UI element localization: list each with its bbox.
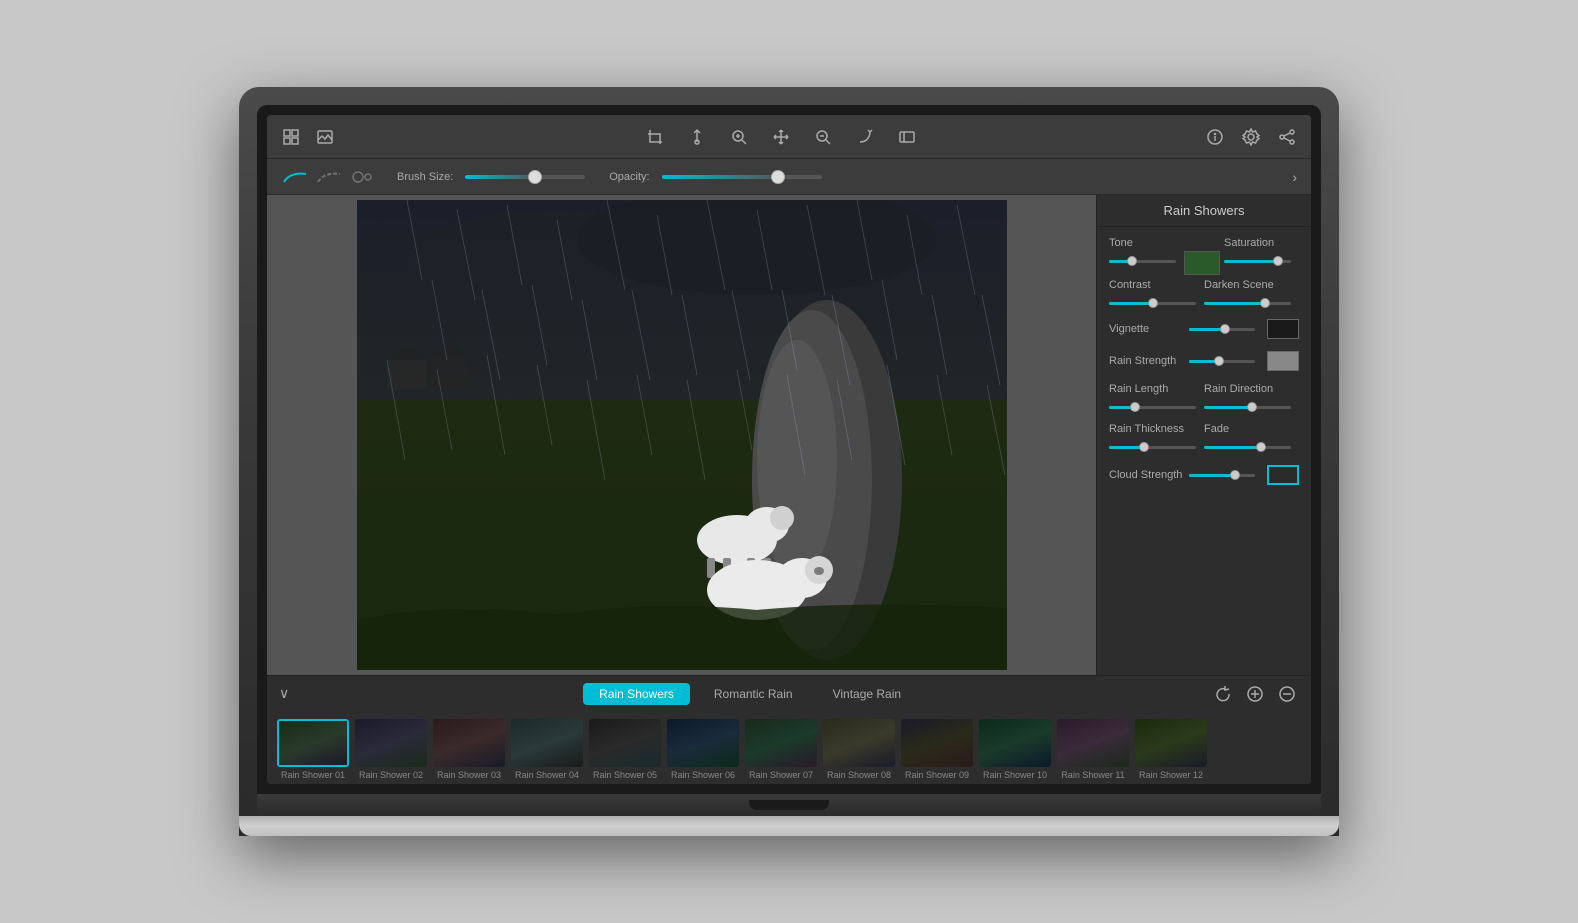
rain-thickness-slider[interactable]: [1109, 439, 1204, 455]
panel-title: Rain Showers: [1097, 195, 1311, 227]
rain-strength-swatch[interactable]: [1267, 351, 1299, 371]
gear-icon[interactable]: [1239, 125, 1263, 149]
vignette-row: Vignette: [1109, 319, 1299, 339]
thumbnail-item[interactable]: Rain Shower 07: [745, 719, 817, 780]
fade-slider[interactable]: [1204, 439, 1299, 455]
laptop-outer: Brush Size: Opacity: ›: [239, 87, 1339, 836]
refresh-icon[interactable]: [1211, 682, 1235, 706]
bottom-icons: [1211, 682, 1299, 706]
thumbnail-item[interactable]: Rain Shower 10: [979, 719, 1051, 780]
darken-scene-slider[interactable]: [1204, 295, 1299, 311]
expand-icon[interactable]: ›: [1292, 169, 1297, 185]
cloud-strength-label: Cloud Strength: [1109, 469, 1189, 481]
vignette-slider[interactable]: [1189, 320, 1255, 338]
top-toolbar: [267, 115, 1311, 159]
zoom-in-icon[interactable]: [727, 125, 751, 149]
tone-slider[interactable]: [1109, 253, 1184, 269]
cloud-strength-swatch[interactable]: [1267, 465, 1299, 485]
canvas-area: [267, 195, 1096, 675]
thumbnail-item[interactable]: Rain Shower 05: [589, 719, 661, 780]
tab-rain-showers[interactable]: Rain Showers: [583, 683, 690, 705]
thumbnail-item[interactable]: Rain Shower 01: [277, 719, 349, 780]
rain-strength-label: Rain Strength: [1109, 355, 1189, 367]
vignette-label: Vignette: [1109, 323, 1189, 335]
thumbnail-item[interactable]: Rain Shower 06: [667, 719, 739, 780]
bottom-bar: ∨ Rain Showers Romantic Rain Vintage Rai…: [267, 675, 1311, 711]
main-area: Rain Showers Tone: [267, 195, 1311, 675]
share-icon[interactable]: [1275, 125, 1299, 149]
brush-toolbar: Brush Size: Opacity: ›: [267, 159, 1311, 195]
thumbnail-item[interactable]: Rain Shower 08: [823, 719, 895, 780]
redo-icon[interactable]: [853, 125, 877, 149]
thumbnail-item[interactable]: Rain Shower 11: [1057, 719, 1129, 780]
rain-strength-row: Rain Strength: [1109, 351, 1299, 371]
info-icon[interactable]: [1203, 125, 1227, 149]
main-image: [357, 200, 1007, 670]
thumbnail-item[interactable]: Rain Shower 03: [433, 719, 505, 780]
thumbnail-item[interactable]: Rain Shower 12: [1135, 719, 1207, 780]
thumbnail-strip: Rain Shower 01Rain Shower 02Rain Shower …: [267, 711, 1311, 784]
rain-length-slider[interactable]: [1109, 399, 1204, 415]
right-panel: Rain Showers Tone: [1096, 195, 1311, 675]
laptop-bottom: [257, 794, 1321, 816]
screen-content: Brush Size: Opacity: ›: [267, 115, 1311, 784]
brush-tool-2[interactable]: [315, 166, 343, 188]
thumbnail-item[interactable]: Rain Shower 04: [511, 719, 583, 780]
fullscreen-icon[interactable]: [895, 125, 919, 149]
screen-bezel: Brush Size: Opacity: ›: [257, 105, 1321, 794]
brush-tool-3[interactable]: [349, 166, 377, 188]
fade-label: Fade: [1204, 423, 1299, 435]
grid-icon[interactable]: [279, 125, 303, 149]
vignette-swatch[interactable]: [1267, 319, 1299, 339]
rain-thickness-label: Rain Thickness: [1109, 423, 1204, 435]
tab-vintage-rain[interactable]: Vintage Rain: [817, 683, 918, 705]
rain-length-direction-row: Rain Length Rain Direction: [1109, 383, 1299, 415]
move-icon[interactable]: [769, 125, 793, 149]
laptop-base: [239, 816, 1339, 836]
cloud-strength-row: Cloud Strength: [1109, 465, 1299, 485]
opacity-label: Opacity:: [609, 171, 649, 183]
saturation-label: Saturation: [1224, 237, 1299, 249]
zoom-out-icon[interactable]: [811, 125, 835, 149]
tone-color-swatch[interactable]: [1184, 251, 1220, 275]
rock-element: [724, 271, 864, 611]
saturation-slider[interactable]: [1224, 253, 1299, 269]
thumbnail-item[interactable]: Rain Shower 02: [355, 719, 427, 780]
cloud-strength-slider[interactable]: [1189, 466, 1255, 484]
toolbar-center-icons: [359, 125, 1203, 149]
laptop-notch: [749, 800, 829, 810]
darken-scene-label: Darken Scene: [1204, 279, 1299, 291]
tab-romantic-rain[interactable]: Romantic Rain: [698, 683, 809, 705]
brush-tools: [281, 166, 377, 188]
contrast-label: Contrast: [1109, 279, 1204, 291]
contrast-darken-row: Contrast Darken Scene: [1109, 279, 1299, 311]
minus-icon[interactable]: [1275, 682, 1299, 706]
opacity-slider[interactable]: [662, 175, 822, 179]
tone-saturation-row: Tone Saturation: [1109, 237, 1299, 275]
brush-tool-1[interactable]: [281, 166, 309, 188]
toolbar-left-icons: [279, 125, 359, 149]
rain-direction-label: Rain Direction: [1204, 383, 1299, 395]
thumbnail-item[interactable]: Rain Shower 09: [901, 719, 973, 780]
brush-size-label: Brush Size:: [397, 171, 453, 183]
add-icon[interactable]: [1243, 682, 1267, 706]
tab-group: Rain Showers Romantic Rain Vintage Rain: [299, 683, 1201, 705]
collapse-icon[interactable]: ∨: [279, 685, 289, 702]
rain-length-label: Rain Length: [1109, 383, 1204, 395]
toolbar-right-icons: [1203, 125, 1299, 149]
rain-strength-slider[interactable]: [1189, 352, 1255, 370]
rain-thickness-fade-row: Rain Thickness Fade: [1109, 423, 1299, 455]
tone-label: Tone: [1109, 237, 1184, 249]
contrast-slider[interactable]: [1109, 295, 1204, 311]
brush-size-slider[interactable]: [465, 175, 585, 179]
pin-icon[interactable]: [685, 125, 709, 149]
panel-controls: Tone Saturation: [1097, 227, 1311, 675]
rain-direction-slider[interactable]: [1204, 399, 1299, 415]
crop-icon[interactable]: [643, 125, 667, 149]
photo-icon[interactable]: [313, 125, 337, 149]
